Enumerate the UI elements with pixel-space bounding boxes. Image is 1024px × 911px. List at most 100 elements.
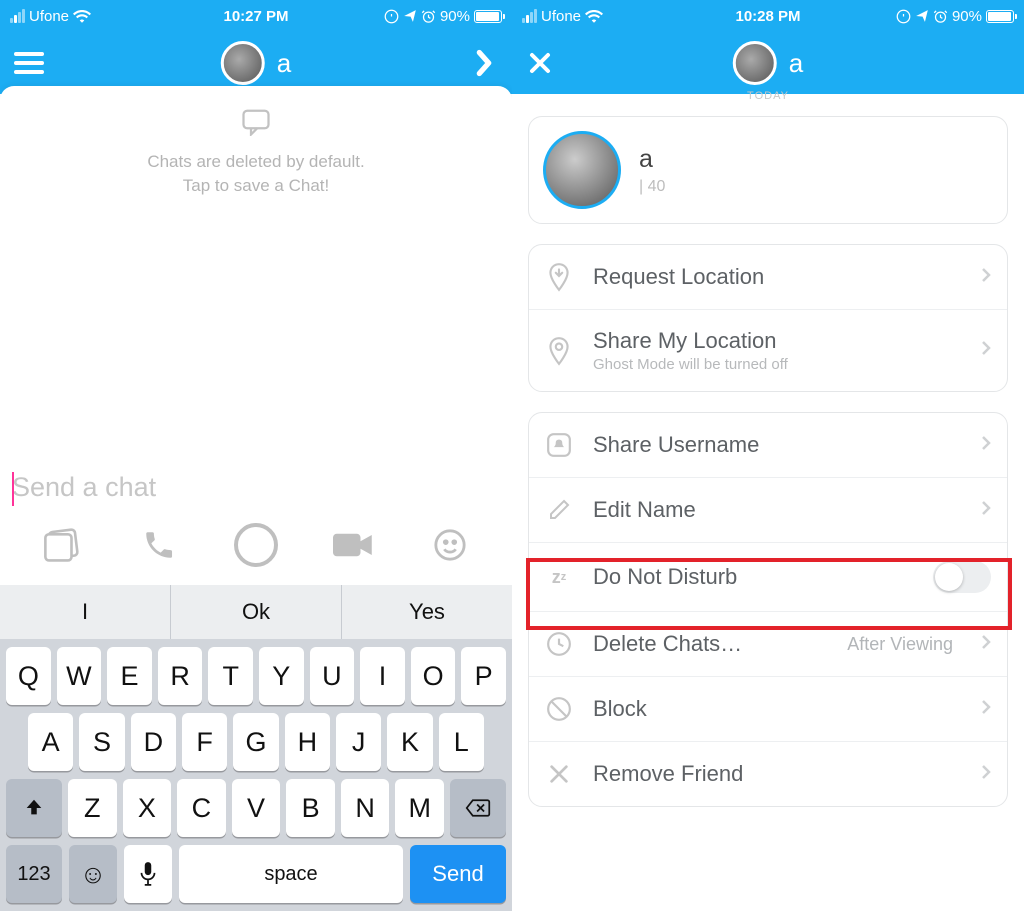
- delete-chats-row[interactable]: Delete Chats… After Viewing: [529, 611, 1007, 676]
- chat-header: a: [0, 32, 512, 94]
- camera-shutter-button[interactable]: [232, 521, 280, 569]
- gallery-button[interactable]: [38, 521, 86, 569]
- snapcode-icon: [545, 431, 573, 459]
- key-p[interactable]: P: [461, 647, 506, 705]
- key-h[interactable]: H: [285, 713, 330, 771]
- key-a[interactable]: A: [28, 713, 73, 771]
- suggestion-2[interactable]: Ok: [171, 585, 342, 639]
- share-location-row[interactable]: Share My Location Ghost Mode will be tur…: [529, 309, 1007, 391]
- profile-meta: | 40: [639, 178, 665, 196]
- sticker-button[interactable]: [426, 521, 474, 569]
- block-row[interactable]: Block: [529, 676, 1007, 741]
- chat-input[interactable]: Send a chat: [0, 462, 512, 513]
- key-u[interactable]: U: [310, 647, 355, 705]
- key-x[interactable]: X: [123, 779, 172, 837]
- chevron-right-icon: [981, 435, 991, 456]
- space-key[interactable]: space: [179, 845, 403, 903]
- chat-placeholder: Send a chat: [12, 472, 156, 502]
- key-i[interactable]: I: [360, 647, 405, 705]
- key-o[interactable]: O: [411, 647, 456, 705]
- key-row-3: Z X C V B N M: [0, 771, 512, 837]
- key-z[interactable]: Z: [68, 779, 117, 837]
- dnd-toggle[interactable]: [933, 561, 991, 593]
- menu-button[interactable]: [14, 52, 44, 74]
- status-time: 10:28 PM: [735, 8, 800, 25]
- location-share-icon: [545, 337, 573, 365]
- chevron-right-icon: [981, 634, 991, 655]
- keyboard: I Ok Yes Q W E R T Y U I O P A: [0, 585, 512, 911]
- video-button[interactable]: [329, 521, 377, 569]
- edit-name-row[interactable]: Edit Name: [529, 477, 1007, 542]
- close-button[interactable]: [526, 49, 554, 77]
- chat-panel: Chats are deleted by default. Tap to sav…: [0, 86, 512, 911]
- key-j[interactable]: J: [336, 713, 381, 771]
- suggestion-1[interactable]: I: [0, 585, 171, 639]
- call-button[interactable]: [135, 521, 183, 569]
- key-r[interactable]: R: [158, 647, 203, 705]
- key-k[interactable]: K: [387, 713, 432, 771]
- settings-sheet: a | 40 Request Location S: [512, 100, 1024, 911]
- pencil-icon: [545, 496, 573, 524]
- send-key[interactable]: Send: [410, 845, 506, 903]
- block-icon: [545, 695, 573, 723]
- screen-chat: Ufone 10:27 PM 90% a: [0, 0, 512, 911]
- battery-icon: [474, 10, 502, 23]
- profile-card[interactable]: a | 40: [528, 116, 1008, 224]
- emoji-key[interactable]: ☺: [69, 845, 117, 903]
- signal-icon: [522, 9, 537, 23]
- key-row-4: 123 ☺ space Send: [0, 837, 512, 911]
- battery-percent: 90%: [952, 8, 982, 25]
- chat-toolbar: [0, 513, 512, 585]
- key-w[interactable]: W: [57, 647, 102, 705]
- share-username-row[interactable]: Share Username: [529, 413, 1007, 477]
- mic-key[interactable]: [124, 845, 172, 903]
- battery-percent: 90%: [440, 8, 470, 25]
- backspace-key[interactable]: [450, 779, 506, 837]
- dnd-row[interactable]: zz Do Not Disturb: [529, 542, 1007, 611]
- chevron-right-icon: [981, 699, 991, 720]
- share-location-label: Share My Location: [593, 328, 961, 354]
- header-avatar[interactable]: [733, 41, 777, 85]
- signal-icon: [10, 9, 25, 23]
- key-g[interactable]: G: [233, 713, 278, 771]
- sleep-icon: zz: [545, 563, 573, 591]
- key-s[interactable]: S: [79, 713, 124, 771]
- key-e[interactable]: E: [107, 647, 152, 705]
- hint-line-2: Tap to save a Chat!: [0, 174, 512, 199]
- wifi-icon: [73, 9, 91, 23]
- location-arrow-icon: [915, 9, 929, 23]
- key-l[interactable]: L: [439, 713, 484, 771]
- forward-button[interactable]: [470, 49, 498, 77]
- edit-name-label: Edit Name: [593, 497, 961, 523]
- key-f[interactable]: F: [182, 713, 227, 771]
- settings-header: a: [512, 32, 1024, 94]
- key-y[interactable]: Y: [259, 647, 304, 705]
- location-group: Request Location Share My Location Ghost…: [528, 244, 1008, 392]
- chat-title: a: [277, 48, 291, 79]
- key-b[interactable]: B: [286, 779, 335, 837]
- key-m[interactable]: M: [395, 779, 444, 837]
- status-time: 10:27 PM: [223, 8, 288, 25]
- key-c[interactable]: C: [177, 779, 226, 837]
- location-request-icon: [545, 263, 573, 291]
- delete-chats-value: After Viewing: [847, 634, 953, 655]
- hint-line-1: Chats are deleted by default.: [0, 150, 512, 175]
- key-v[interactable]: V: [232, 779, 281, 837]
- key-t[interactable]: T: [208, 647, 253, 705]
- key-row-1: Q W E R T Y U I O P: [0, 639, 512, 705]
- status-bar: Ufone 10:28 PM 90%: [512, 0, 1024, 32]
- key-d[interactable]: D: [131, 713, 176, 771]
- clock-icon: [545, 630, 573, 658]
- carrier-label: Ufone: [541, 8, 581, 25]
- request-location-row[interactable]: Request Location: [529, 245, 1007, 309]
- location-arrow-icon: [403, 9, 417, 23]
- remove-friend-row[interactable]: Remove Friend: [529, 741, 1007, 806]
- carrier-label: Ufone: [29, 8, 69, 25]
- header-avatar[interactable]: [221, 41, 265, 85]
- key-n[interactable]: N: [341, 779, 390, 837]
- shift-key[interactable]: [6, 779, 62, 837]
- suggestion-3[interactable]: Yes: [342, 585, 512, 639]
- profile-name: a: [639, 145, 665, 174]
- key-q[interactable]: Q: [6, 647, 51, 705]
- numbers-key[interactable]: 123: [6, 845, 62, 903]
